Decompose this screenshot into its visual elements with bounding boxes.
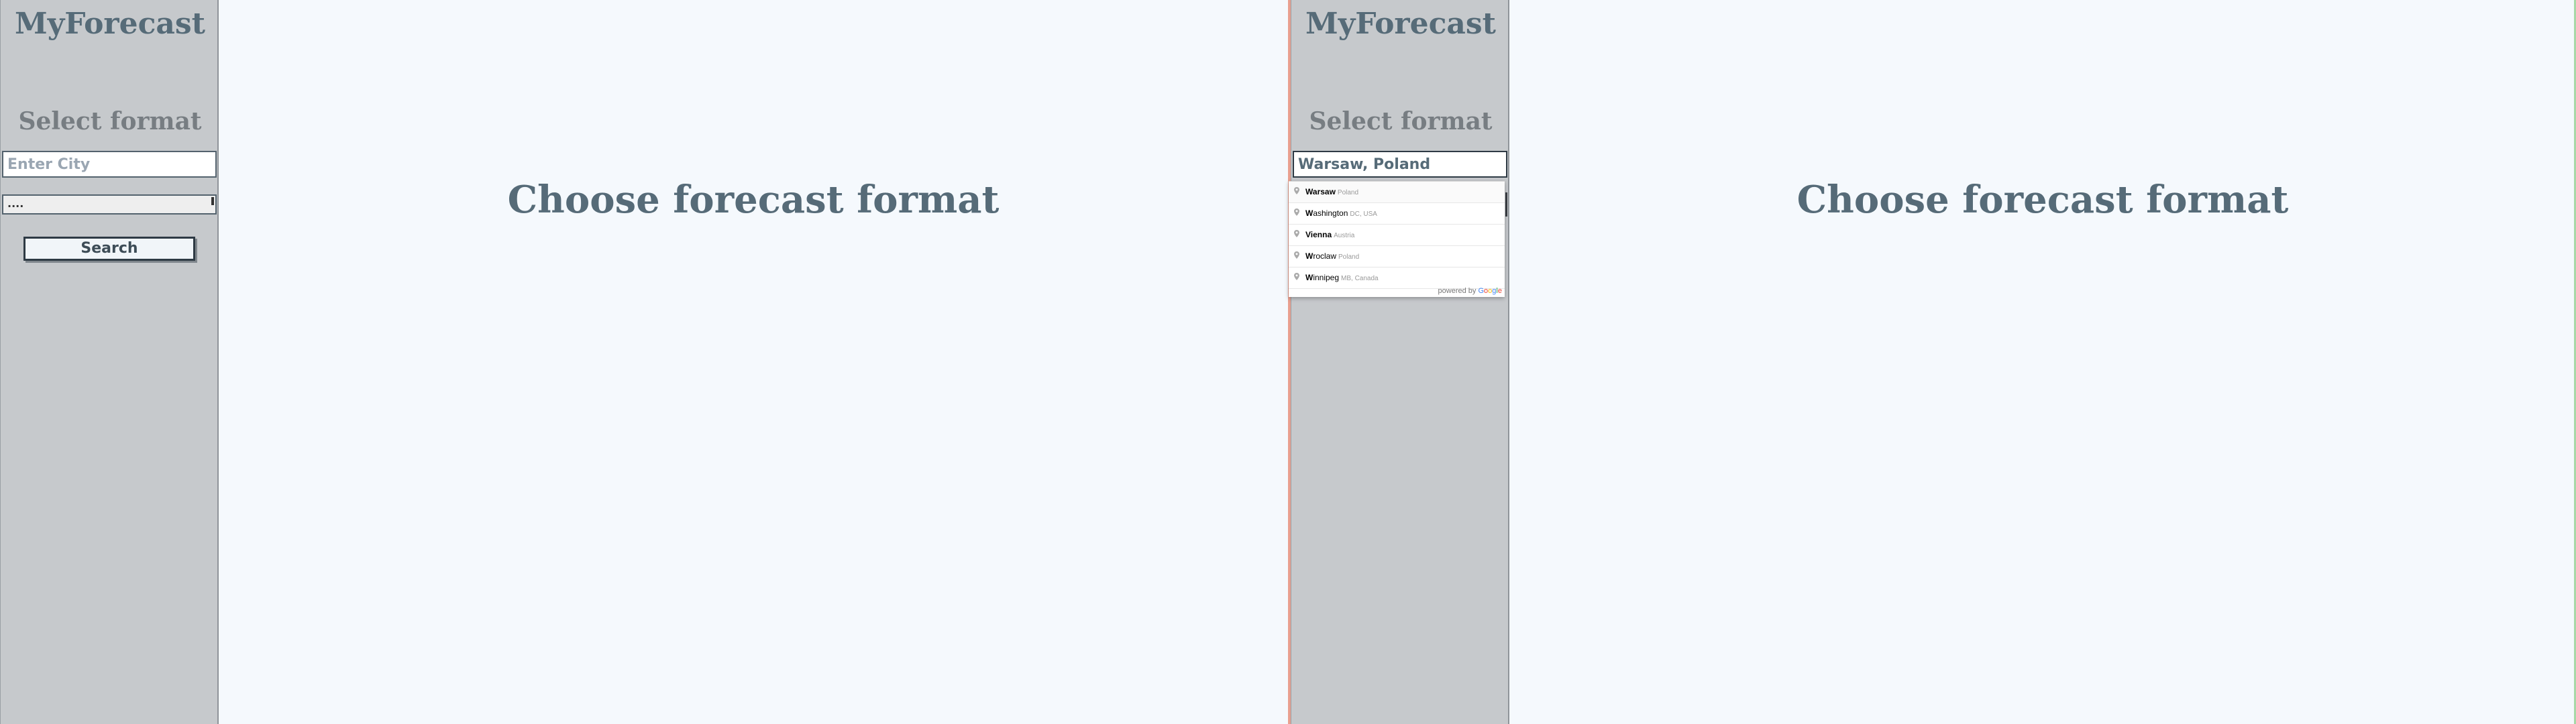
autocomplete-rest: innipeg xyxy=(1313,273,1340,282)
autocomplete-sub: MB, Canada xyxy=(1341,275,1379,282)
select-format-heading: Select format xyxy=(1309,107,1493,135)
select-edge xyxy=(1505,192,1507,217)
select-arrow-icon xyxy=(211,197,214,205)
city-input[interactable] xyxy=(2,151,217,178)
app-title: MyForecast xyxy=(1305,7,1497,41)
autocomplete-sub: DC, USA xyxy=(1350,210,1377,218)
location-pin-icon xyxy=(1294,230,1299,237)
autocomplete-sub: Austria xyxy=(1334,232,1355,239)
city-input[interactable] xyxy=(1293,151,1507,178)
autocomplete-item[interactable]: Wroclaw Poland xyxy=(1289,246,1505,267)
autocomplete-match: W xyxy=(1305,208,1313,218)
location-pin-icon xyxy=(1294,251,1299,259)
location-pin-icon xyxy=(1294,187,1299,194)
autocomplete-dropdown: Warsaw Poland Washington DC, USA Vienna Aus… xyxy=(1289,181,1505,297)
google-logo-letter: G xyxy=(1478,287,1485,295)
autocomplete-match: W xyxy=(1305,251,1313,261)
autocomplete-item[interactable]: Washington DC, USA xyxy=(1289,203,1505,225)
main-heading: Choose forecast format xyxy=(1796,178,2289,222)
autocomplete-match: W xyxy=(1305,273,1313,282)
autocomplete-rest: roclaw xyxy=(1313,251,1337,261)
autocomplete-match: Vienna xyxy=(1305,230,1332,239)
format-select-value: .... xyxy=(7,197,24,210)
left-window: MyForecast Select format .... Search Cho… xyxy=(0,0,1288,724)
autocomplete-item[interactable]: Warsaw Poland xyxy=(1289,182,1505,203)
autocomplete-item[interactable]: Winnipeg MB, Canada xyxy=(1289,267,1505,289)
powered-by-google: powered by Google xyxy=(1438,287,1502,295)
sidebar: MyForecast Select format xyxy=(1291,0,1509,724)
location-pin-icon xyxy=(1294,208,1299,216)
sidebar: MyForecast Select format .... Search xyxy=(0,0,219,724)
autocomplete-sub: Poland xyxy=(1337,189,1359,196)
location-pin-icon xyxy=(1294,273,1299,280)
autocomplete-match: W xyxy=(1305,187,1313,196)
select-format-heading: Select format xyxy=(18,107,202,135)
app-title: MyForecast xyxy=(14,7,206,41)
format-select[interactable]: .... xyxy=(2,194,217,215)
search-button[interactable]: Search xyxy=(23,237,195,261)
autocomplete-rest: arsaw xyxy=(1312,187,1336,196)
powered-by-label: powered by xyxy=(1438,287,1479,295)
right-window: MyForecast Select format Choose forecast… xyxy=(1288,0,2576,724)
autocomplete-rest: ashington xyxy=(1313,208,1348,218)
autocomplete-sub: Poland xyxy=(1338,253,1360,261)
google-logo-letter: e xyxy=(1497,287,1502,295)
main-heading: Choose forecast format xyxy=(507,178,1000,222)
autocomplete-item[interactable]: Vienna Austria xyxy=(1289,225,1505,246)
